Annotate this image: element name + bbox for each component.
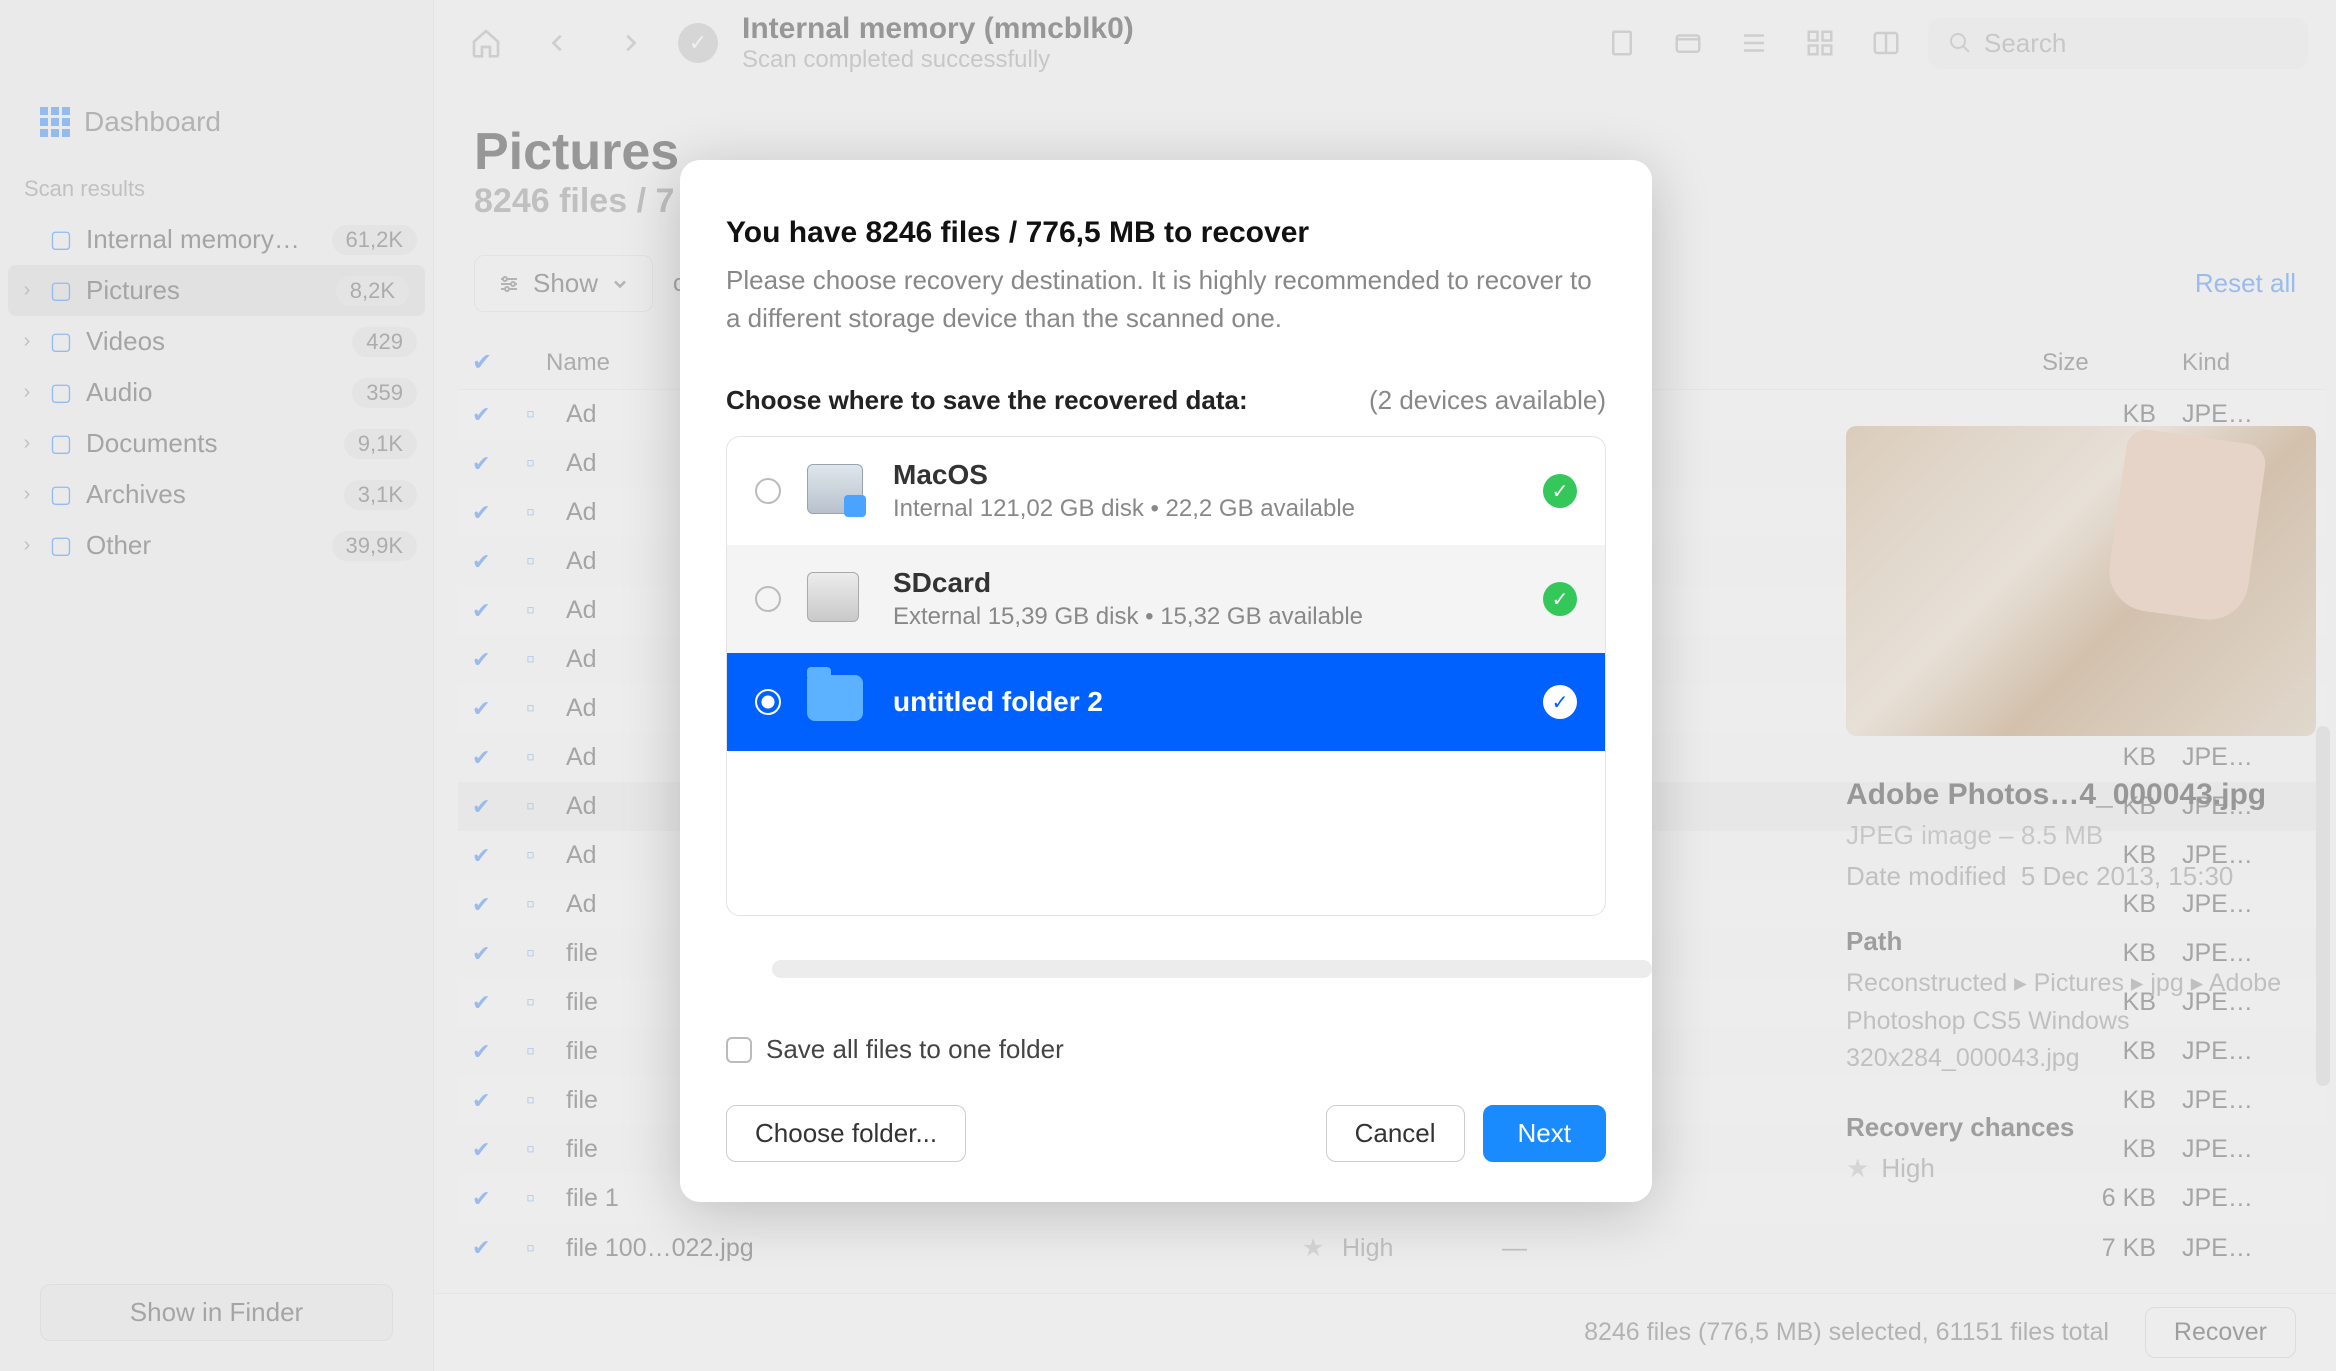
checkbox-icon — [726, 1037, 752, 1063]
destination-untitled-folder-2[interactable]: untitled folder 2 ✓ — [727, 653, 1605, 751]
modal-title: You have 8246 files / 776,5 MB to recove… — [726, 216, 1606, 250]
destination-list: MacOS Internal 121,02 GB disk • 22,2 GB a… — [726, 436, 1606, 916]
radio-icon — [755, 586, 781, 612]
check-icon: ✓ — [1543, 685, 1577, 719]
radio-icon — [755, 689, 781, 715]
destination-subtitle: Internal 121,02 GB disk • 22,2 GB availa… — [893, 495, 1517, 523]
destination-macos[interactable]: MacOS Internal 121,02 GB disk • 22,2 GB a… — [727, 437, 1605, 545]
destination-name: MacOS — [893, 459, 1517, 491]
check-icon: ✓ — [1543, 582, 1577, 616]
modal-devices-available: (2 devices available) — [1369, 385, 1606, 416]
pagination-track[interactable] — [772, 960, 1652, 978]
modal-choose-label: Choose where to save the recovered data: — [726, 385, 1248, 416]
recover-destination-modal: You have 8246 files / 776,5 MB to recove… — [680, 160, 1652, 1202]
destination-sdcard[interactable]: SDcard External 15,39 GB disk • 15,32 GB … — [727, 545, 1605, 653]
radio-icon — [755, 478, 781, 504]
hard-disk-icon — [807, 464, 863, 514]
choose-folder-button[interactable]: Choose folder... — [726, 1105, 966, 1162]
folder-icon — [807, 675, 863, 721]
next-button[interactable]: Next — [1483, 1105, 1606, 1162]
sd-card-icon — [807, 572, 859, 622]
modal-description: Please choose recovery destination. It i… — [726, 262, 1606, 337]
destination-subtitle: External 15,39 GB disk • 15,32 GB availa… — [893, 603, 1517, 631]
cancel-button[interactable]: Cancel — [1326, 1105, 1465, 1162]
save-all-to-one-folder-checkbox[interactable]: Save all files to one folder — [726, 1034, 1606, 1065]
destination-name: SDcard — [893, 567, 1517, 599]
destination-name: untitled folder 2 — [893, 686, 1517, 718]
check-icon: ✓ — [1543, 474, 1577, 508]
